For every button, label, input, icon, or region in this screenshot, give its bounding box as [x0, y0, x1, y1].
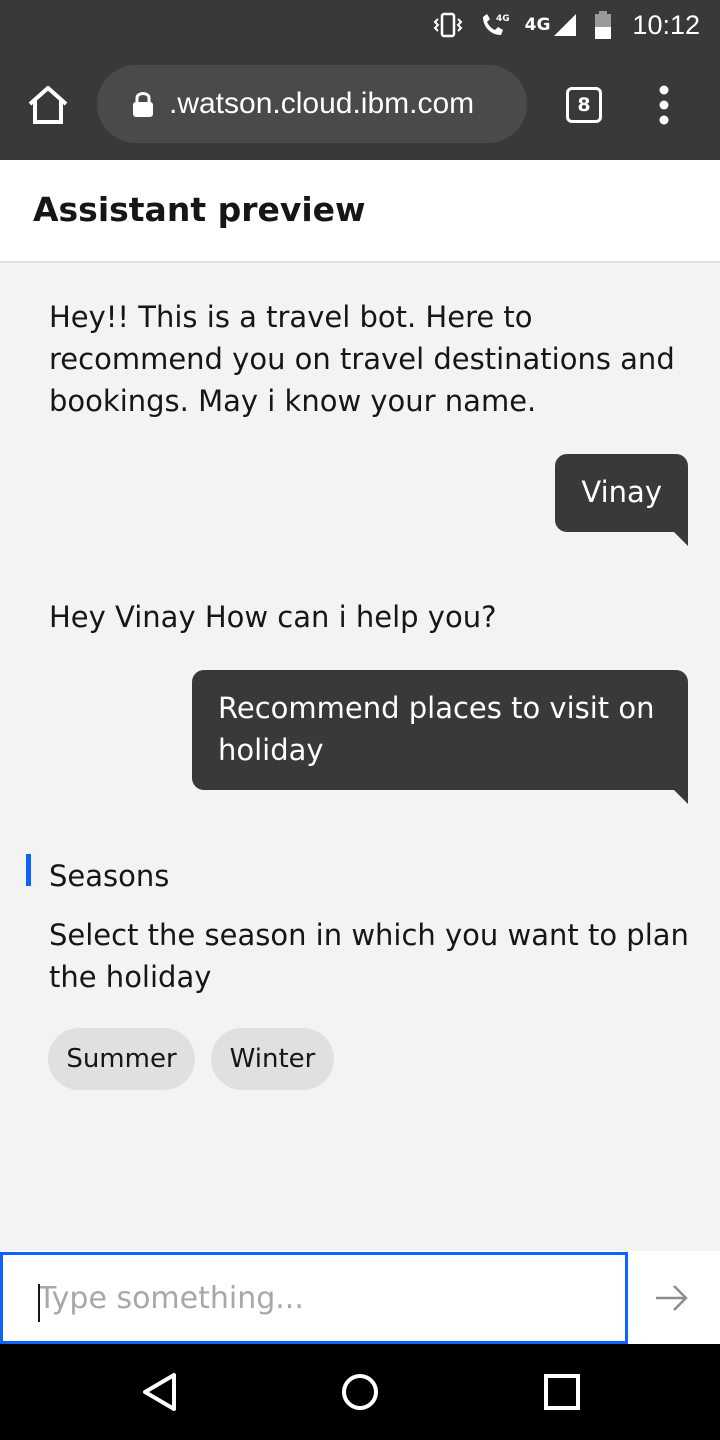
option-card-accent-bar	[26, 854, 31, 886]
option-chip-winter[interactable]: Winter	[211, 1028, 334, 1090]
system-nav-bar	[0, 1344, 720, 1440]
lock-icon	[131, 90, 155, 118]
composer	[0, 1251, 720, 1344]
send-arrow-icon[interactable]	[652, 1278, 692, 1318]
bubble-tail	[674, 790, 688, 804]
user-message-text: Vinay	[581, 475, 662, 509]
bot-message: Hey Vinay How can i help you?	[49, 600, 497, 634]
wifi-call-icon: 4G	[479, 11, 509, 39]
home-icon[interactable]	[26, 84, 70, 126]
battery-icon	[594, 11, 612, 39]
text-caret	[38, 1284, 40, 1322]
message-input-wrapper	[0, 1252, 628, 1344]
clock: 10:12	[632, 9, 700, 40]
network-label: 4G	[524, 15, 551, 35]
tab-switcher-button[interactable]: 8	[566, 87, 602, 123]
browser-toolbar: .watson.cloud.ibm.com 8	[0, 50, 720, 160]
overflow-menu-icon[interactable]	[652, 84, 676, 126]
app-header: Assistant preview	[0, 160, 720, 263]
svg-text:4G: 4G	[496, 14, 509, 24]
status-bar: 4G 4G 10:12	[0, 0, 720, 50]
option-chip-summer[interactable]: Summer	[48, 1028, 195, 1090]
option-card-description: Select the season in which you want to p…	[49, 918, 689, 994]
user-message: Recommend places to visit on holiday	[192, 670, 688, 804]
option-card-title: Seasons	[49, 859, 170, 893]
message-input[interactable]	[36, 1255, 616, 1341]
bubble-tail	[674, 532, 688, 546]
bot-message: Hey!! This is a travel bot. Here to reco…	[49, 300, 675, 418]
url-text: .watson.cloud.ibm.com	[169, 87, 475, 120]
home-circle-icon[interactable]	[340, 1372, 380, 1412]
user-message-text: Recommend places to visit on holiday	[218, 691, 655, 767]
vibrate-icon	[433, 12, 463, 38]
user-message: Vinay	[555, 454, 688, 546]
chat-transcript: Hey!! This is a travel bot. Here to reco…	[0, 264, 720, 1251]
page-title: Assistant preview	[33, 190, 366, 229]
recents-square-icon[interactable]	[542, 1372, 582, 1412]
address-bar[interactable]: .watson.cloud.ibm.com	[97, 65, 527, 143]
signal-icon: 4G	[525, 12, 579, 38]
back-icon[interactable]	[140, 1372, 180, 1412]
